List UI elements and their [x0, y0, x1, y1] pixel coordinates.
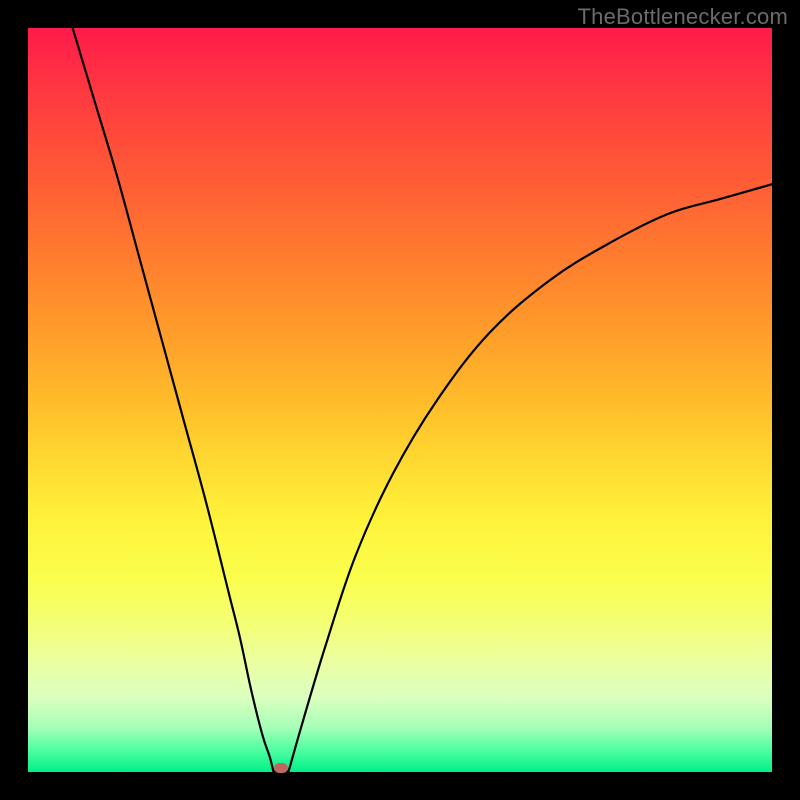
curve-right-branch [288, 184, 772, 772]
watermark-text: TheBottlenecker.com [578, 4, 788, 30]
chart-frame: TheBottlenecker.com [0, 0, 800, 800]
curve-left-branch [73, 28, 274, 772]
optimal-point-marker [274, 763, 288, 773]
plot-area [28, 28, 772, 772]
bottleneck-curve [28, 28, 772, 772]
